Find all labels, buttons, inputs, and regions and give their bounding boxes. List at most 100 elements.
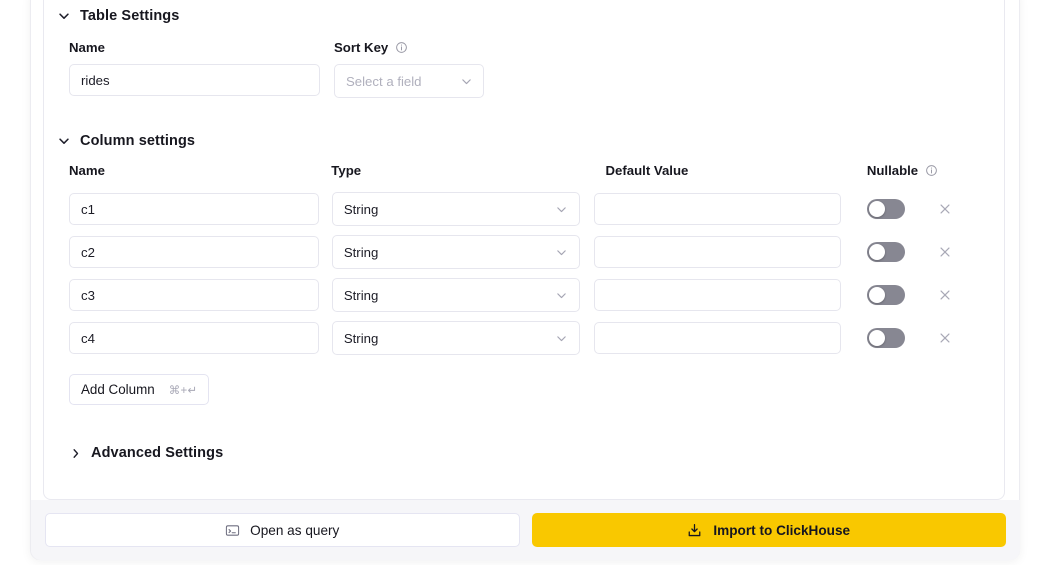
table-name-input[interactable]: [69, 64, 320, 96]
advanced-settings-label: Advanced Settings: [91, 445, 223, 461]
column-name-input[interactable]: [69, 193, 319, 225]
info-circle-icon[interactable]: [925, 164, 938, 177]
sort-key-label: Sort Key: [334, 38, 484, 56]
column-name-cell: [69, 279, 319, 311]
import-to-clickhouse-label: Import to ClickHouse: [713, 523, 850, 538]
table-row: String: [57, 192, 986, 226]
chevron-down-icon: [555, 245, 569, 259]
chevron-down-icon: [555, 331, 569, 345]
add-column-button[interactable]: Add Column ⌘+↵: [69, 374, 209, 405]
column-header-type-text: Type: [331, 163, 361, 178]
column-type-select[interactable]: String: [332, 235, 580, 269]
column-type-cell: String: [332, 321, 580, 355]
toggle-knob: [869, 201, 885, 217]
table-row: String: [57, 321, 986, 355]
advanced-settings-header[interactable]: Advanced Settings: [70, 442, 986, 464]
open-as-query-button[interactable]: Open as query: [45, 513, 520, 547]
column-header-default-value: Default Value: [606, 161, 852, 179]
remove-column-button[interactable]: [937, 244, 953, 260]
table-settings-section-header[interactable]: Table Settings: [57, 5, 986, 27]
chevron-down-icon: [555, 202, 569, 216]
column-type-cell: String: [332, 192, 580, 226]
sort-key-select[interactable]: Select a field: [334, 64, 484, 98]
sort-key-label-text: Sort Key: [334, 40, 388, 55]
toggle-knob: [869, 330, 885, 346]
sort-key-field-group: Sort Key Select a field: [334, 38, 484, 98]
column-type-value: String: [344, 202, 378, 217]
toggle-knob: [869, 244, 885, 260]
nullable-toggle[interactable]: [867, 328, 905, 348]
chevron-down-icon: [57, 9, 71, 23]
add-column-row: Add Column ⌘+↵: [57, 374, 986, 405]
column-nullable-cell: [867, 242, 986, 262]
advanced-settings-section: Advanced Settings: [57, 442, 986, 464]
dialog-footer: Open as query Import to ClickHouse: [31, 500, 1020, 560]
info-circle-icon[interactable]: [395, 41, 408, 54]
import-to-clickhouse-button[interactable]: Import to ClickHouse: [532, 513, 1007, 547]
column-header-nullable: Nullable: [867, 161, 986, 179]
column-settings-label: Column settings: [80, 133, 195, 149]
add-column-label: Add Column: [81, 382, 155, 397]
column-nullable-cell: [867, 285, 986, 305]
table-name-label-text: Name: [69, 40, 105, 55]
column-header-nullable-text: Nullable: [867, 163, 918, 178]
column-settings-section: Column settings Name Type Default Value …: [57, 130, 986, 405]
column-settings-section-header[interactable]: Column settings: [57, 130, 986, 152]
chevron-down-icon: [459, 74, 473, 88]
import-table-settings-dialog: Table Settings Name Sort Key: [0, 0, 1049, 571]
settings-card: Table Settings Name Sort Key: [43, 0, 1005, 500]
table-settings-fields: Name Sort Key Select a field: [57, 38, 986, 98]
table-name-label: Name: [69, 38, 320, 56]
page-bottom-sliver: [0, 565, 1049, 571]
column-type-select[interactable]: String: [332, 321, 580, 355]
column-default-value-cell: [594, 322, 841, 354]
sort-key-select-value: Select a field: [346, 74, 422, 89]
column-header-default-value-text: Default Value: [606, 163, 689, 178]
column-type-select[interactable]: String: [332, 278, 580, 312]
column-nullable-cell: [867, 328, 986, 348]
column-name-cell: [69, 193, 319, 225]
table-name-field-group: Name: [69, 38, 320, 98]
settings-card-body: Table Settings Name Sort Key: [44, 0, 1004, 499]
remove-column-button[interactable]: [937, 201, 953, 217]
table-row: String: [57, 278, 986, 312]
open-as-query-label: Open as query: [250, 523, 339, 538]
column-default-value-input[interactable]: [594, 193, 841, 225]
column-nullable-cell: [867, 199, 986, 219]
column-default-value-input[interactable]: [594, 236, 841, 268]
column-name-input[interactable]: [69, 236, 319, 268]
column-type-value: String: [344, 331, 378, 346]
add-column-shortcut: ⌘+↵: [169, 383, 198, 397]
chevron-down-icon: [57, 134, 71, 148]
chevron-right-icon: [70, 446, 82, 460]
column-name-cell: [69, 236, 319, 268]
nullable-toggle[interactable]: [867, 242, 905, 262]
remove-column-button[interactable]: [937, 330, 953, 346]
terminal-icon: [225, 523, 240, 538]
column-name-input[interactable]: [69, 279, 319, 311]
column-header-name: Name: [69, 161, 318, 179]
column-type-value: String: [344, 245, 378, 260]
column-type-select[interactable]: String: [332, 192, 580, 226]
column-default-value-input[interactable]: [594, 322, 841, 354]
column-header-type: Type: [331, 161, 591, 179]
chevron-down-icon: [555, 288, 569, 302]
table-settings-label: Table Settings: [80, 8, 179, 24]
nullable-toggle[interactable]: [867, 199, 905, 219]
column-table-header: Name Type Default Value Nullable: [57, 165, 986, 183]
column-default-value-cell: [594, 279, 841, 311]
import-download-icon: [687, 523, 702, 538]
column-type-cell: String: [332, 278, 580, 312]
nullable-toggle[interactable]: [867, 285, 905, 305]
column-default-value-cell: [594, 193, 841, 225]
toggle-knob: [869, 287, 885, 303]
column-default-value-input[interactable]: [594, 279, 841, 311]
column-type-value: String: [344, 288, 378, 303]
column-name-cell: [69, 322, 319, 354]
column-type-cell: String: [332, 235, 580, 269]
column-default-value-cell: [594, 236, 841, 268]
column-header-name-text: Name: [69, 163, 105, 178]
remove-column-button[interactable]: [937, 287, 953, 303]
column-name-input[interactable]: [69, 322, 319, 354]
table-row: String: [57, 235, 986, 269]
